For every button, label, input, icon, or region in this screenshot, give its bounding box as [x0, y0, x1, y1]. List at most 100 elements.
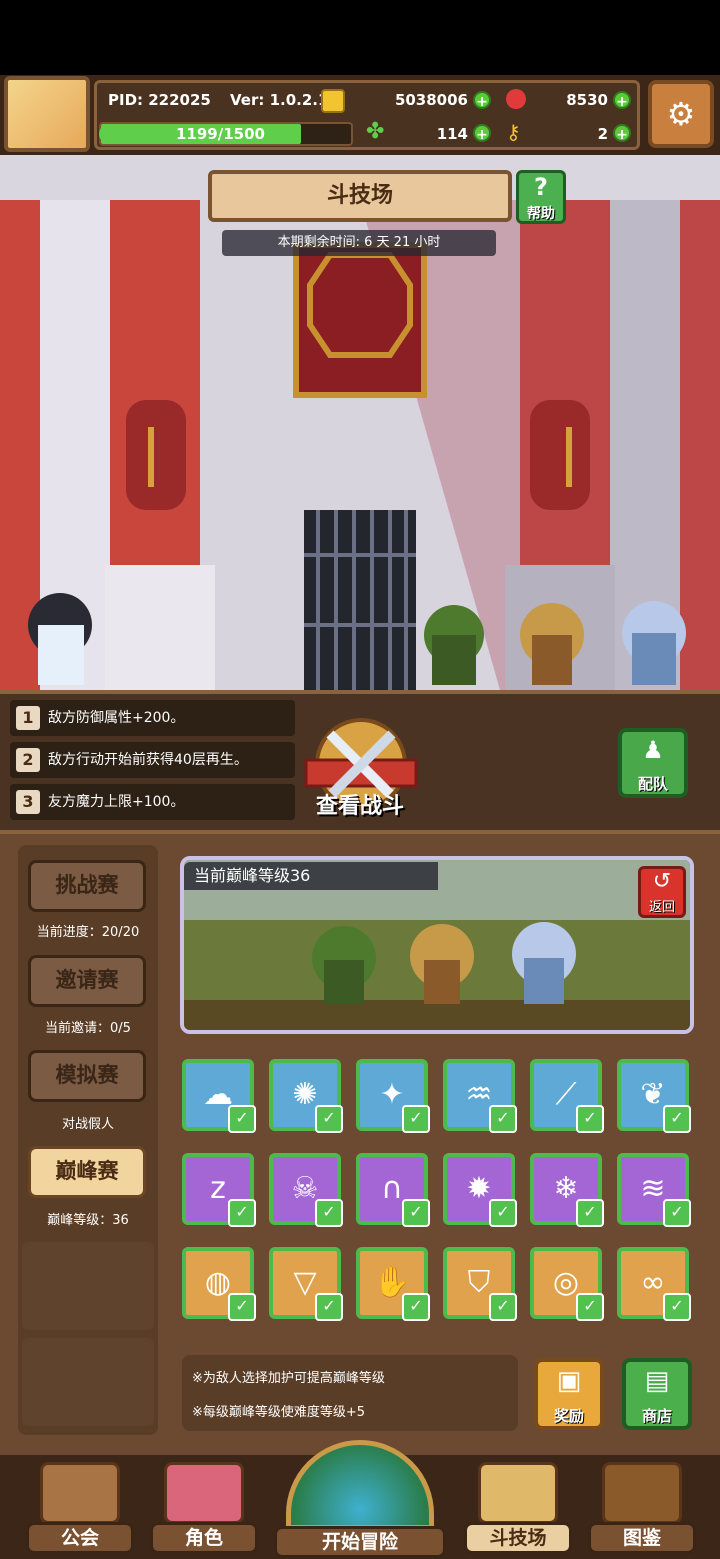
return-button[interactable]: ↺ 返回 [638, 866, 686, 918]
shop-icon: ▤ [644, 1366, 670, 1396]
nav-codex[interactable]: 图鉴 [588, 1462, 696, 1556]
reward-label: 奖励 [553, 1407, 584, 1425]
gem-count: 8530 [566, 91, 608, 109]
buff-tile[interactable]: ✋ ✓ [356, 1247, 430, 1321]
mode-peak-level: 巅峰等级：36 [47, 1213, 129, 1228]
team-label: 配队 [637, 775, 668, 793]
buff-tile[interactable]: ∩ ✓ [356, 1153, 430, 1227]
checkmark-icon: ✓ [402, 1293, 430, 1321]
checkmark-icon: ✓ [663, 1293, 691, 1321]
mode-simulation-button[interactable]: 模拟赛 [28, 1050, 146, 1102]
buff-tile[interactable]: ⛉ ✓ [443, 1247, 517, 1321]
checkmark-icon: ✓ [228, 1199, 256, 1227]
swords-icon [478, 1462, 558, 1524]
player-avatar[interactable] [4, 76, 90, 152]
mode-invitational-button[interactable]: 邀请赛 [28, 955, 146, 1007]
empty-slot [22, 1242, 154, 1330]
note-line: ※每级巅峰等级使难度等级+5 [192, 1405, 366, 1420]
mode-simulation-desc: 对战假人 [61, 1117, 114, 1132]
nav-adventure[interactable]: 开始冒险 [274, 1440, 446, 1559]
checkmark-icon: ✓ [315, 1199, 343, 1227]
buff-tile[interactable]: ❄ ✓ [530, 1153, 604, 1227]
chest-icon: ▣ [556, 1366, 582, 1396]
buff-tile[interactable]: ☁ ✓ [182, 1059, 256, 1133]
peak-level-label: 当前巅峰等级36 [184, 862, 438, 890]
settings-button[interactable]: ⚙ [648, 80, 714, 148]
energy-leaf-icon [99, 124, 119, 144]
mode-challenge-button[interactable]: 挑战赛 [28, 860, 146, 912]
help-button[interactable]: ? 帮助 [516, 170, 566, 224]
buff-tile[interactable]: ❦ ✓ [617, 1059, 691, 1133]
checkmark-icon: ✓ [489, 1293, 517, 1321]
arena-title: 斗技场 [208, 170, 512, 222]
reward-button[interactable]: ▣ 奖励 [534, 1358, 604, 1430]
team-setup-button[interactable]: ♟ 配队 [618, 728, 688, 798]
version-text: Ver: 1.0.2.1 [230, 91, 329, 109]
buff-tile[interactable]: ◎ ✓ [530, 1247, 604, 1321]
buff-tile[interactable]: ✹ ✓ [443, 1153, 517, 1227]
gold-count: 5038006 [394, 91, 468, 109]
buff-tile[interactable]: ▽ ✓ [269, 1247, 343, 1321]
nav-codex-label: 图鉴 [588, 1522, 696, 1554]
mode-invitational-progress: 当前邀请：0/5 [45, 1021, 131, 1036]
checkmark-icon: ✓ [315, 1105, 343, 1133]
checkmark-icon: ✓ [576, 1199, 604, 1227]
buff-tile[interactable]: ✦ ✓ [356, 1059, 430, 1133]
book-icon [602, 1462, 682, 1524]
nav-guild[interactable]: 公会 [26, 1462, 134, 1556]
buff-tile[interactable]: ☠ ✓ [269, 1153, 343, 1227]
modifier-number: 3 [16, 790, 40, 814]
shop-label: 商店 [641, 1407, 672, 1425]
help-label: 帮助 [527, 206, 555, 222]
add-gem-button[interactable]: + [613, 91, 631, 110]
add-clover-button[interactable]: + [473, 124, 491, 143]
team-icon: ♟ [642, 736, 664, 764]
empty-slot [22, 1338, 154, 1426]
checkmark-icon: ✓ [663, 1199, 691, 1227]
buff-tile[interactable]: ⟋ ✓ [530, 1059, 604, 1133]
key-count: 2 [597, 125, 608, 143]
undo-icon: ↺ [652, 869, 672, 894]
buff-tile[interactable]: ✺ ✓ [269, 1059, 343, 1133]
return-label: 返回 [648, 900, 675, 915]
checkmark-icon: ✓ [315, 1293, 343, 1321]
gear-icon: ⚙ [666, 95, 696, 133]
checkmark-icon: ✓ [228, 1105, 256, 1133]
modifier-text: 友方魔力上限+100。 [48, 794, 185, 810]
shop-button[interactable]: ▤ 商店 [622, 1358, 692, 1430]
nav-guild-label: 公会 [26, 1522, 134, 1554]
clover-icon: ✤ [366, 119, 385, 144]
guild-icon [40, 1462, 120, 1524]
checkmark-icon: ✓ [663, 1105, 691, 1133]
buff-tile[interactable]: ♒ ✓ [443, 1059, 517, 1133]
add-key-button[interactable]: + [613, 124, 631, 143]
nav-arena[interactable]: 斗技场 [464, 1462, 572, 1556]
checkmark-icon: ✓ [489, 1199, 517, 1227]
checkmark-icon: ✓ [576, 1293, 604, 1321]
season-timer: 本期剩余时间: 6 天 21 小时 [222, 230, 496, 256]
modifier-item: 2 敌方行动开始前获得40层再生。 [10, 742, 295, 778]
modifier-text: 敌方防御属性+200。 [48, 710, 185, 726]
view-battle-button[interactable]: 查看战斗 [290, 788, 430, 820]
nav-character[interactable]: 角色 [150, 1462, 258, 1556]
checkmark-icon: ✓ [576, 1105, 604, 1133]
checkmark-icon: ✓ [402, 1199, 430, 1227]
gold-coin-icon [321, 89, 345, 113]
clover-count: 114 [436, 125, 468, 143]
mode-challenge-progress: 当前进度：20/20 [36, 925, 140, 940]
nav-arena-label: 斗技场 [464, 1522, 572, 1554]
energy-text: 1199/1500 [176, 125, 265, 143]
buff-tile[interactable]: ◍ ✓ [182, 1247, 256, 1321]
question-icon: ? [534, 173, 548, 201]
add-gold-button[interactable]: + [473, 91, 491, 110]
nav-adventure-label: 开始冒险 [274, 1526, 446, 1558]
buff-tile[interactable]: z ✓ [182, 1153, 256, 1227]
note-line: ※为敌人选择加护可提高巅峰等级 [192, 1371, 385, 1386]
modifier-number: 2 [16, 748, 40, 772]
mode-peak-button[interactable]: 巅峰赛 [28, 1146, 146, 1198]
buff-tile[interactable]: ∞ ✓ [617, 1247, 691, 1321]
buff-tile[interactable]: ≋ ✓ [617, 1153, 691, 1227]
pid-text: PID: 222025 [108, 91, 211, 109]
checkmark-icon: ✓ [489, 1105, 517, 1133]
modifier-text: 敌方行动开始前获得40层再生。 [48, 752, 248, 768]
